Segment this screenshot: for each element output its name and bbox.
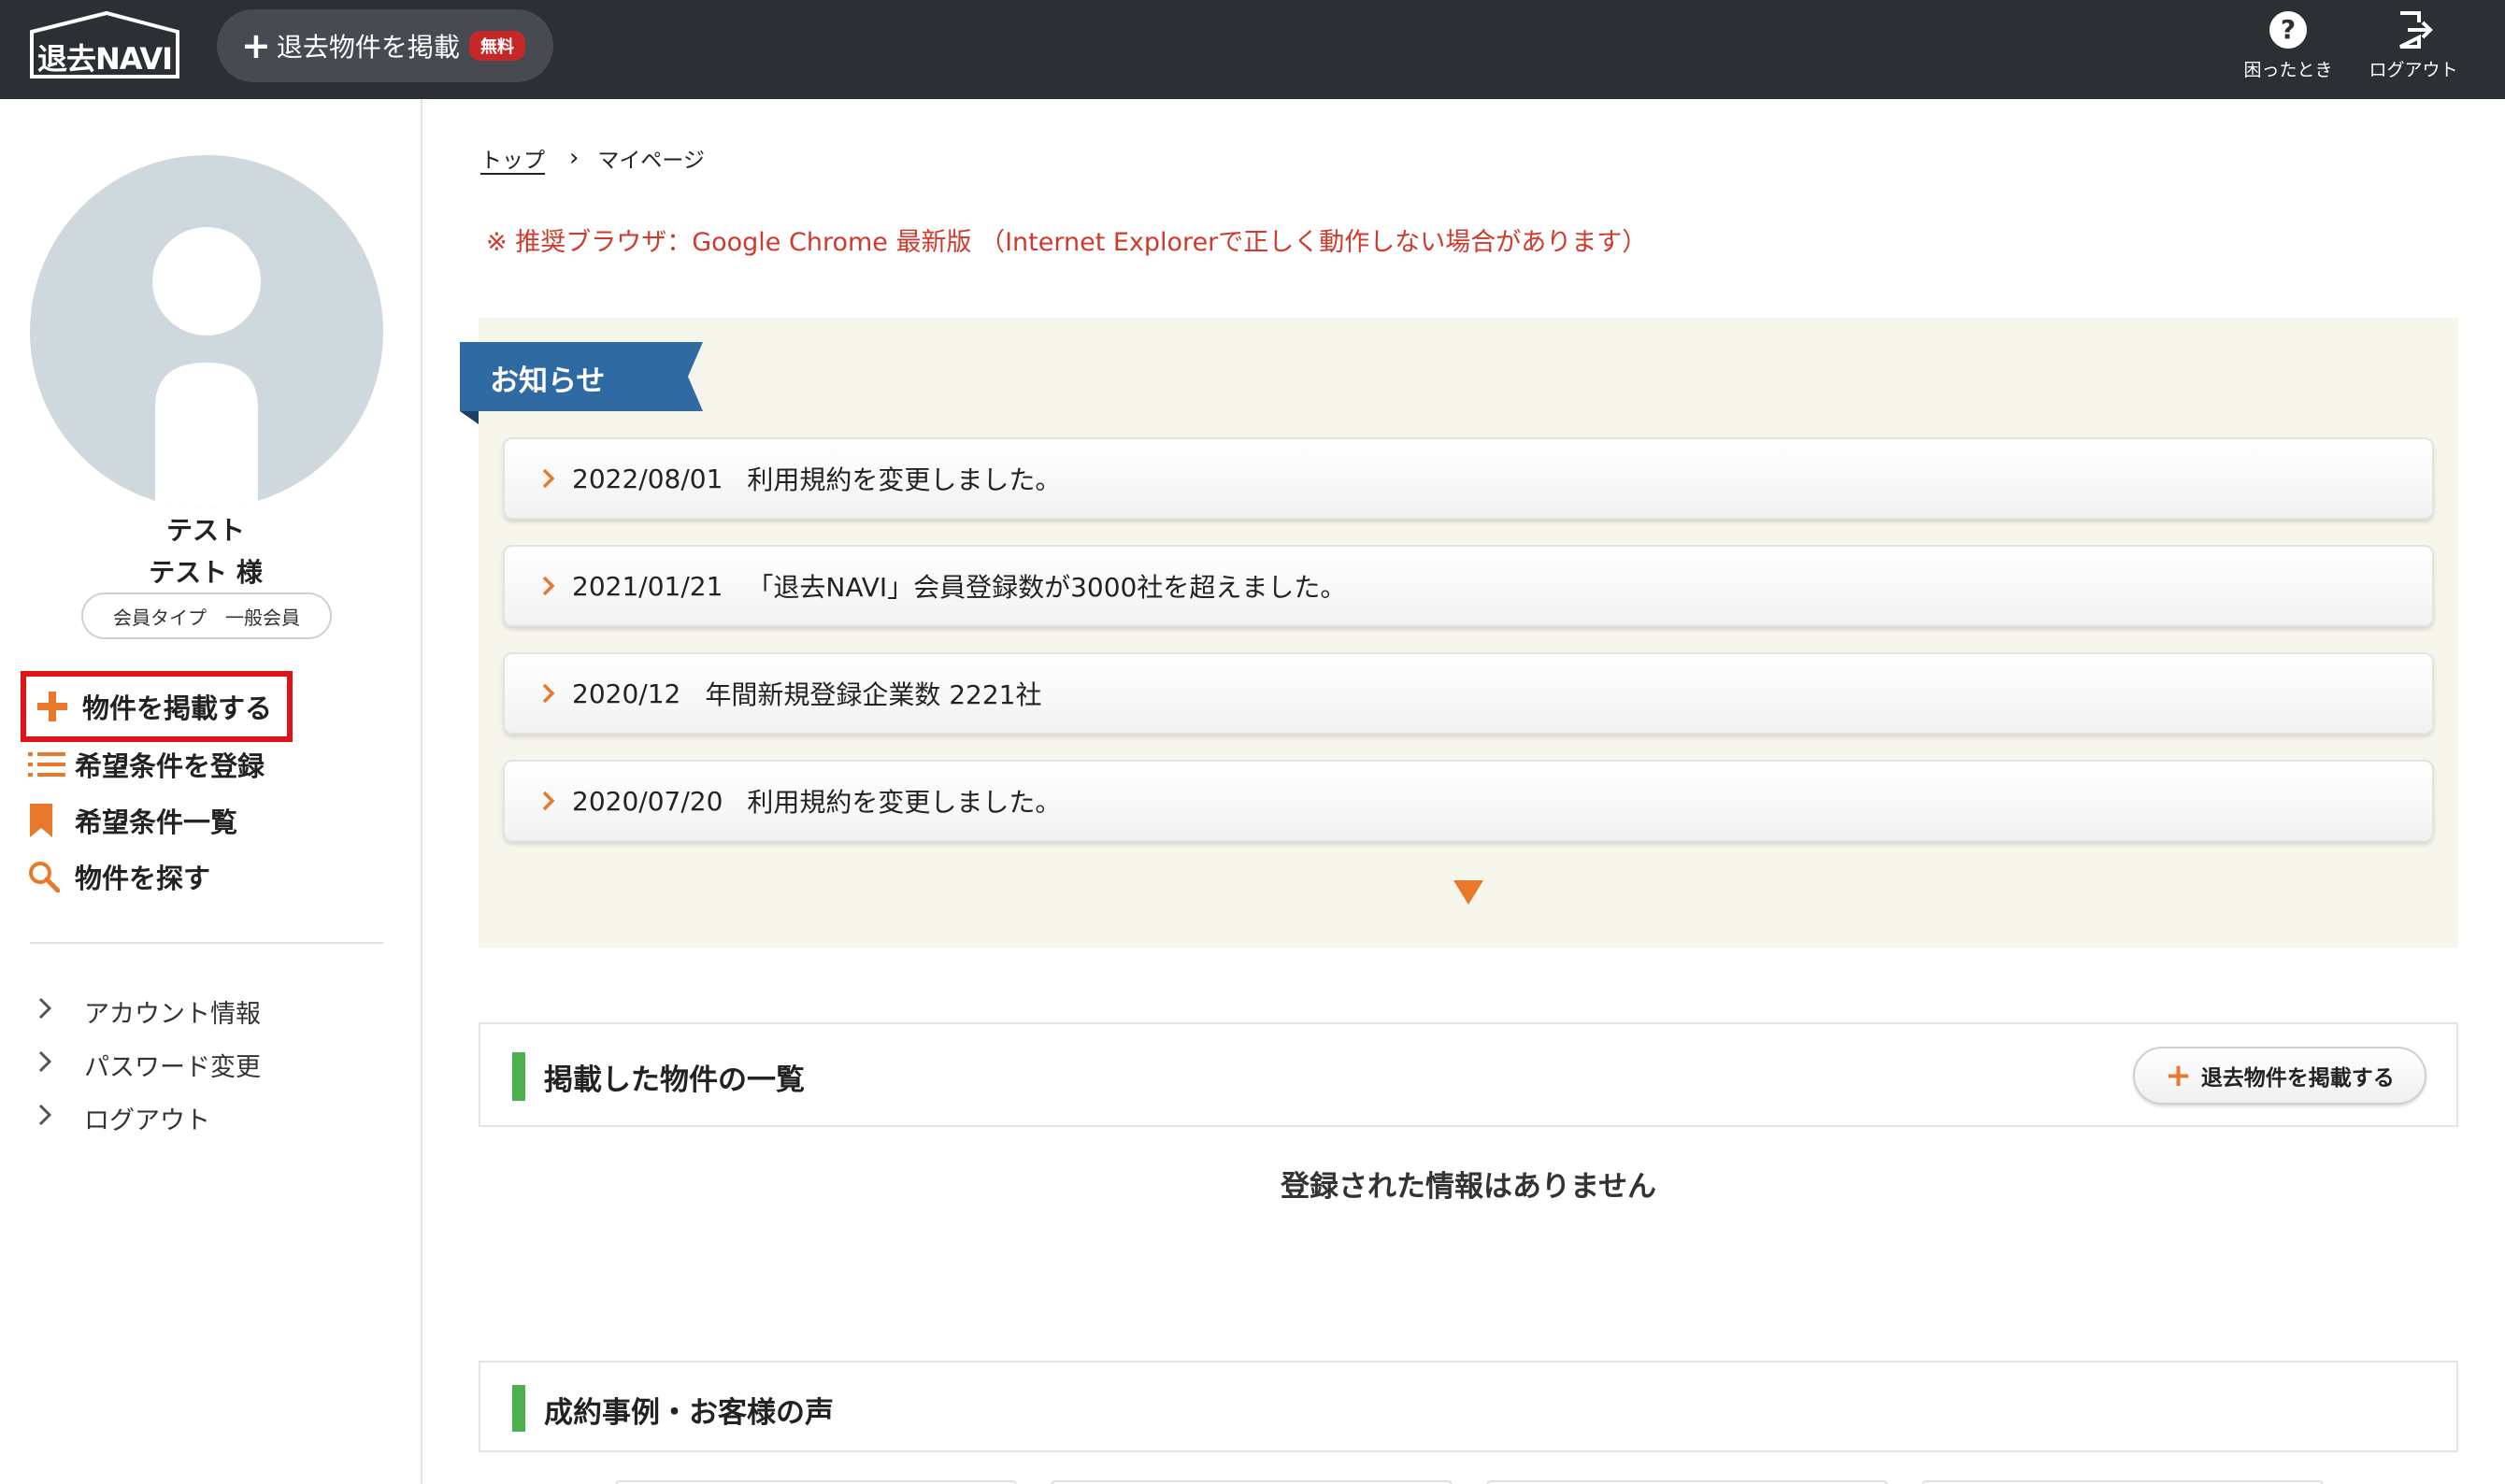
member-type-badge: 会員タイプ 一般会員 bbox=[81, 592, 332, 639]
header-logout-button[interactable]: ログアウト bbox=[2357, 9, 2469, 90]
sidebar-item-label: 希望条件一覧 bbox=[75, 806, 238, 838]
logout-icon bbox=[2399, 11, 2433, 49]
testimonial-card[interactable] bbox=[1486, 1480, 1888, 1484]
sidebar-item-post-property[interactable]: 物件を掲載する bbox=[21, 671, 293, 742]
news-panel bbox=[479, 318, 2458, 948]
testimonial-card[interactable] bbox=[1922, 1480, 2324, 1484]
logo-text: 退去NAVI bbox=[37, 41, 173, 77]
svg-text:?: ? bbox=[2281, 14, 2296, 45]
post-vacated-property-button[interactable]: + 退去物件を掲載する bbox=[2133, 1047, 2426, 1105]
user-company: テスト bbox=[165, 515, 245, 546]
news-date: 2020/07/20 bbox=[572, 785, 723, 817]
news-text: 利用規約を変更しました。 bbox=[747, 787, 1062, 818]
empty-listings-message: 登録された情報はありません bbox=[1280, 1170, 1657, 1204]
sidebar-item-search-property[interactable]: 物件を探す bbox=[28, 849, 210, 905]
browser-notice: ※ 推奨ブラウザ：Google Chrome 最新版 （Internet Exp… bbox=[486, 228, 1648, 257]
sidebar-link-label: アカウント情報 bbox=[84, 1000, 261, 1029]
user-name: テスト 様 bbox=[149, 557, 263, 588]
sidebar-item-register-conditions[interactable]: 希望条件を登録 bbox=[28, 736, 265, 792]
triangle-down-icon bbox=[1453, 880, 1483, 905]
chevron-right-icon bbox=[542, 468, 555, 489]
chevron-right-icon bbox=[38, 1104, 52, 1126]
sidebar-item-conditions-list[interactable]: 希望条件一覧 bbox=[28, 792, 237, 849]
chevron-right-icon bbox=[542, 683, 555, 704]
top-header: 退去NAVI + 退去物件を掲載 無料 ? 困ったとき ログアウト bbox=[0, 0, 2505, 99]
breadcrumb-top-link[interactable]: トップ bbox=[480, 142, 545, 174]
news-date: 2021/01/21 bbox=[572, 570, 723, 602]
news-date: 2022/08/01 bbox=[572, 463, 723, 494]
sidebar-item-label: 物件を掲載する bbox=[82, 692, 273, 724]
header-post-label: 退去物件を掲載 bbox=[276, 32, 460, 63]
testimonials-section-header: 成約事例・お客様の声 bbox=[479, 1361, 2458, 1452]
plus-icon: + bbox=[2165, 1057, 2192, 1094]
help-button[interactable]: ? 困ったとき bbox=[2232, 9, 2344, 90]
news-item[interactable]: 2022/08/01 利用規約を変更しました。 bbox=[503, 437, 2434, 520]
sidebar-item-label: 希望条件を登録 bbox=[75, 750, 265, 782]
plus-icon: + bbox=[241, 25, 271, 66]
logout-label: ログアウト bbox=[2369, 60, 2458, 80]
sidebar-link-label: ログアウト bbox=[84, 1106, 210, 1135]
free-badge: 無料 bbox=[468, 31, 525, 61]
breadcrumb-current: マイページ bbox=[597, 149, 705, 173]
site-logo[interactable]: 退去NAVI bbox=[28, 9, 181, 80]
help-icon: ? bbox=[2269, 11, 2307, 49]
news-item[interactable]: 2021/01/21 「退去NAVI」会員登録数が3000社を超えました。 bbox=[503, 545, 2434, 627]
avatar bbox=[30, 155, 383, 508]
breadcrumb-separator-icon: › bbox=[569, 144, 580, 172]
news-item[interactable]: 2020/07/20 利用規約を変更しました。 bbox=[503, 760, 2434, 842]
news-date: 2020/12 bbox=[572, 678, 681, 709]
news-item[interactable]: 2020/12 年間新規登録企業数 2221社 bbox=[503, 652, 2434, 735]
help-label: 困ったとき bbox=[2243, 60, 2333, 80]
sidebar-link-label: パスワード変更 bbox=[84, 1053, 261, 1082]
chevron-right-icon bbox=[542, 791, 555, 811]
sidebar-link-change-password[interactable]: パスワード変更 bbox=[37, 1047, 261, 1083]
testimonial-card[interactable] bbox=[1051, 1480, 1453, 1484]
user-silhouette-icon bbox=[152, 227, 261, 508]
testimonials-title: 成約事例・お客様の声 bbox=[544, 1396, 834, 1430]
post-button-label: 退去物件を掲載する bbox=[2200, 1066, 2395, 1091]
list-icon bbox=[28, 752, 65, 777]
listings-title: 掲載した物件の一覧 bbox=[544, 1063, 805, 1097]
chevron-right-icon bbox=[542, 576, 555, 596]
chevron-right-icon bbox=[38, 997, 52, 1020]
bookmark-icon bbox=[30, 804, 52, 837]
news-title: お知らせ bbox=[490, 364, 606, 398]
sidebar-link-account-info[interactable]: アカウント情報 bbox=[37, 993, 261, 1030]
header-post-property-button[interactable]: + 退去物件を掲載 無料 bbox=[217, 9, 553, 82]
section-accent-bar bbox=[512, 1385, 525, 1432]
section-accent-bar bbox=[512, 1052, 525, 1101]
testimonial-card[interactable] bbox=[615, 1480, 1017, 1484]
plus-icon bbox=[37, 692, 67, 721]
news-text: 「退去NAVI」会員登録数が3000社を超えました。 bbox=[747, 572, 1347, 603]
news-ribbon: お知らせ bbox=[460, 342, 703, 424]
news-text: 年間新規登録企業数 2221社 bbox=[705, 679, 1042, 710]
sidebar-link-logout[interactable]: ログアウト bbox=[37, 1100, 210, 1136]
news-expand-button[interactable] bbox=[1452, 878, 1485, 906]
sidebar-item-label: 物件を探す bbox=[75, 863, 211, 894]
sidebar: テスト テスト 様 会員タイプ 一般会員 物件を掲載する 希望条件を登録 希望条 bbox=[0, 99, 422, 1484]
breadcrumb: トップ › マイページ bbox=[480, 142, 705, 174]
search-icon bbox=[29, 862, 60, 892]
sidebar-divider bbox=[30, 942, 383, 944]
chevron-right-icon bbox=[38, 1050, 52, 1073]
news-text: 利用規約を変更しました。 bbox=[747, 464, 1062, 495]
